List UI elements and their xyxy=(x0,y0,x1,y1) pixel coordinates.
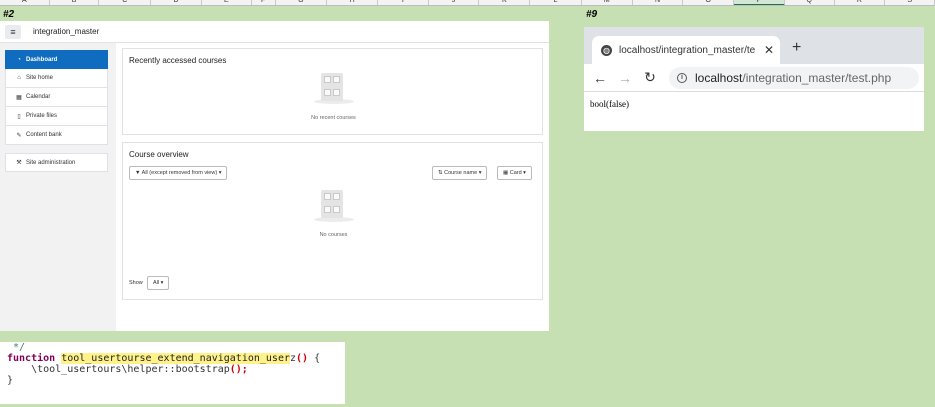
chevron-down-icon: ▾ xyxy=(521,170,526,176)
show-count-dropdown[interactable]: All ▾ xyxy=(147,276,170,290)
code-body-call: (); xyxy=(229,364,248,375)
view-dropdown[interactable]: ▦ Card ▾ xyxy=(497,166,532,180)
sidebar-item-label: Content bank xyxy=(26,132,62,138)
moodle-navbar: ≡ integration_master xyxy=(0,21,549,43)
page-content: bool(false) xyxy=(590,99,629,109)
grid-icon: ▦ xyxy=(503,170,510,176)
view-label: Card xyxy=(509,170,522,176)
show-label: Show xyxy=(129,280,143,286)
column-header-g[interactable]: G xyxy=(276,0,328,5)
column-header-n[interactable]: N xyxy=(633,0,684,5)
sidebar-item-label: Dashboard xyxy=(26,56,58,63)
code-function-name: tool_usertourse_extend_navigation_user xyxy=(61,353,290,364)
empty-courses-icon xyxy=(321,190,343,218)
sidebar-item-site-administration[interactable]: ⚒ Site administration xyxy=(5,153,108,172)
sidebar-item-label: Site administration xyxy=(26,159,76,166)
column-header-k[interactable]: K xyxy=(479,0,531,5)
column-header-s[interactable]: S xyxy=(885,0,935,5)
column-header-d[interactable]: D xyxy=(151,0,202,5)
column-header-o[interactable]: O xyxy=(683,0,735,5)
course-filter-dropdown[interactable]: ▼ All (except removed from view) ▾ xyxy=(129,166,228,180)
sidebar-item-content-bank[interactable]: ✎ Content bank xyxy=(5,126,108,145)
calendar-icon: ▦ xyxy=(16,94,22,101)
home-icon: ⌂ xyxy=(17,75,21,81)
column-header-h[interactable]: H xyxy=(327,0,378,5)
sort-dropdown[interactable]: ⇅ Course name ▾ xyxy=(432,166,488,180)
url-text: localhost/integration_master/test.php xyxy=(695,71,891,85)
address-bar[interactable]: i localhost/integration_master/test.php xyxy=(669,66,919,89)
column-header-p[interactable]: P xyxy=(734,0,785,5)
column-header-a[interactable]: A xyxy=(0,0,50,5)
sidebar-item-label: Calendar xyxy=(26,94,51,100)
chevron-down-icon: ▾ xyxy=(159,280,164,286)
url-host: localhost xyxy=(695,70,743,85)
filter-icon: ▼ xyxy=(135,170,142,176)
code-close-line: } xyxy=(7,375,14,386)
hamburger-menu-icon[interactable]: ≡ xyxy=(5,24,21,39)
moodle-dashboard-screenshot: ≡ integration_master ◔ Dashboard ⌂ Site … xyxy=(0,21,549,331)
site-name[interactable]: integration_master xyxy=(33,27,99,36)
column-header-e[interactable]: E xyxy=(202,0,252,5)
chevron-down-icon: ▾ xyxy=(477,170,482,176)
file-icon: ▯ xyxy=(17,113,21,120)
code-keyword: function xyxy=(7,353,56,364)
globe-icon: ◍ xyxy=(601,44,612,56)
course-overview-card: Course overview ▼ All (except removed fr… xyxy=(122,142,543,300)
code-body-prefix: \tool_usertours\helper::bootstrap xyxy=(7,364,230,375)
no-courses-text: No courses xyxy=(319,232,348,238)
code-function-line: function tool_usertourse_extend_navigati… xyxy=(7,353,345,364)
pencil-icon: ✎ xyxy=(16,132,22,139)
browser-tab-bar: ◍ localhost/integration_master/te ✕ + xyxy=(584,27,924,64)
column-header-b[interactable]: B xyxy=(50,0,100,5)
sidebar-item-site-home[interactable]: ⌂ Site home xyxy=(5,69,108,88)
moodle-main-region: Recently accessed courses No recent cour… xyxy=(116,43,549,331)
empty-courses-icon xyxy=(321,73,343,101)
code-brace: { xyxy=(308,353,321,364)
code-snippet-screenshot: */ function tool_usertourse_extend_navig… xyxy=(0,342,345,404)
recent-courses-title: Recently accessed courses xyxy=(129,56,227,65)
back-arrow-icon[interactable]: ← xyxy=(591,70,609,86)
column-header-c[interactable]: C xyxy=(99,0,152,5)
browser-screenshot: ◍ localhost/integration_master/te ✕ + ← … xyxy=(584,27,924,131)
column-header-i[interactable]: I xyxy=(378,0,429,5)
column-header-r[interactable]: R xyxy=(835,0,886,5)
column-header-j[interactable]: J xyxy=(429,0,480,5)
browser-tab[interactable]: ◍ localhost/integration_master/te ✕ xyxy=(592,36,780,64)
reload-icon[interactable]: ↻ xyxy=(641,69,659,86)
code-comment-line: */ xyxy=(7,342,26,353)
sheet-label-right: #9 xyxy=(586,9,598,20)
sheet-label-left: #2 xyxy=(3,9,15,20)
url-path: /integration_master/test.php xyxy=(742,70,892,85)
code-body-line: \tool_usertours\helper::bootstrap(); xyxy=(7,364,345,375)
recent-courses-card: Recently accessed courses No recent cour… xyxy=(122,48,543,135)
column-header-q[interactable]: Q xyxy=(785,0,835,5)
sidebar-item-dashboard[interactable]: ◔ Dashboard xyxy=(5,50,108,69)
sidebar-item-label: Private files xyxy=(26,113,58,119)
course-overview-title: Course overview xyxy=(129,150,189,159)
code-parens: () xyxy=(296,353,309,364)
column-header-f[interactable]: F xyxy=(252,0,276,5)
sidebar-item-label: Site home xyxy=(26,75,54,81)
info-icon[interactable]: i xyxy=(677,72,687,83)
moodle-sidebar: ◔ Dashboard ⌂ Site home ▦ Calendar ▯ Pri… xyxy=(5,50,108,172)
no-recent-courses-text: No recent courses xyxy=(311,115,356,121)
new-tab-icon[interactable]: + xyxy=(792,39,801,57)
browser-toolbar: ← → ↻ i localhost/integration_master/tes… xyxy=(584,64,924,92)
sidebar-item-calendar[interactable]: ▦ Calendar xyxy=(5,88,108,107)
chevron-down-icon: ▾ xyxy=(217,170,222,176)
forward-arrow-icon[interactable]: → xyxy=(616,70,634,86)
column-header-m[interactable]: M xyxy=(582,0,633,5)
wrench-icon: ⚒ xyxy=(16,160,22,166)
sidebar-item-private-files[interactable]: ▯ Private files xyxy=(5,107,108,126)
spreadsheet-column-headers: ABCDEFGHIJKLMNOPQRS xyxy=(0,0,935,6)
dashboard-icon: ◔ xyxy=(17,56,21,63)
column-header-l[interactable]: L xyxy=(530,0,582,5)
close-tab-icon[interactable]: ✕ xyxy=(764,43,774,57)
tab-title: localhost/integration_master/te xyxy=(619,44,756,56)
sort-label: Course name xyxy=(444,170,478,176)
filter-label: All (except removed from view) xyxy=(141,170,218,176)
